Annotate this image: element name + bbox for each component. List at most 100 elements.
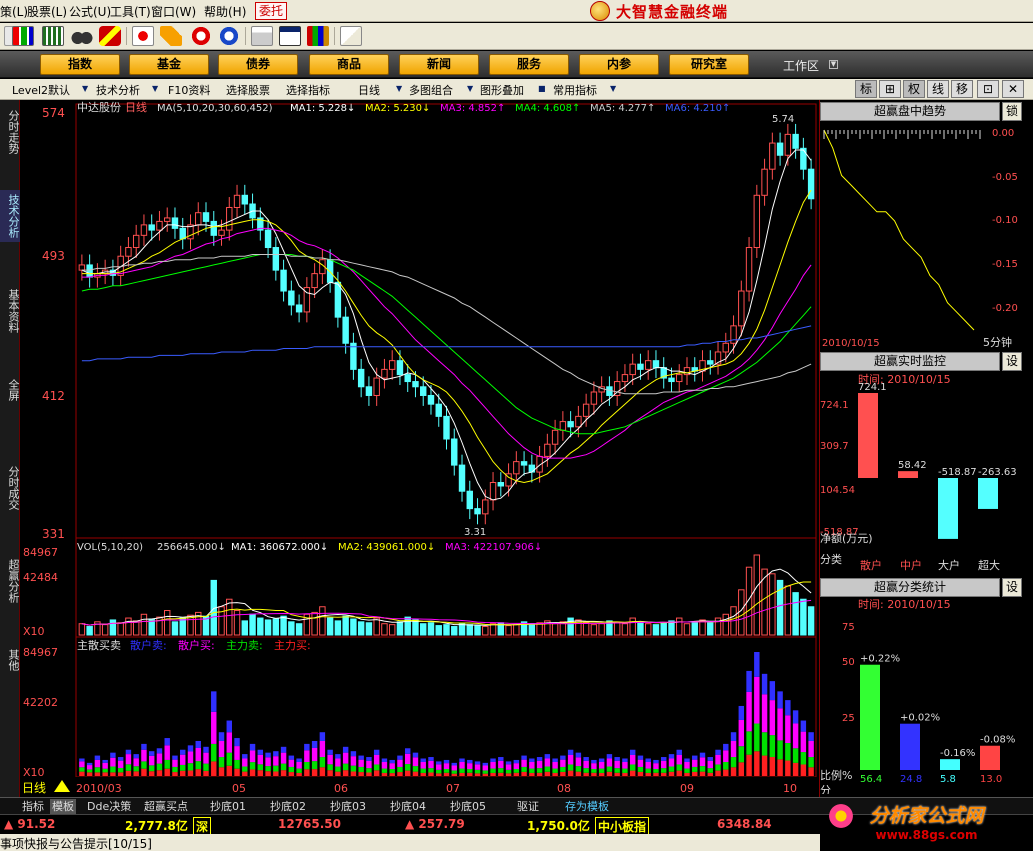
news-ticker[interactable]: 事项快报与公告提示[10/15] [0,835,152,851]
flow-bar [761,694,768,733]
chevron-down-icon[interactable]: ▼ [396,84,404,94]
side-tab-trades[interactable]: 分时成交 [0,462,20,514]
report-icon[interactable] [251,26,273,46]
kline-chart[interactable]: 中达股份 日线 MA(5,10,20,30,60,452) MA1: 5.228… [20,100,819,797]
side-tab-other[interactable]: 其他 [0,646,20,674]
nav-fund-button[interactable]: 基金 [129,54,209,75]
tab-dde[interactable]: Dde决策 [87,799,131,814]
flow-bar [280,746,287,753]
level2-default-tab[interactable]: Level2默认 [12,82,70,98]
diamond-icon[interactable] [160,26,182,46]
stats-time: 时间: 2010/10/15 [858,598,951,611]
crosshair-button[interactable]: ⊞ [879,80,901,98]
blue-ring-icon[interactable] [218,26,240,46]
close-button[interactable]: ✕ [1002,80,1024,98]
candle-body [575,415,582,428]
tab-bottom-04[interactable]: 抄底04 [390,799,426,814]
select-indicator-tab[interactable]: 选择指标 [286,82,330,98]
red-ring-icon[interactable] [190,26,212,46]
chevron-down-icon[interactable]: ▼ [467,84,475,94]
tab-bottom-03[interactable]: 抄底03 [330,799,366,814]
tab-bottom-05[interactable]: 抄底05 [450,799,486,814]
monitor-panel-title: 超赢实时监控 [820,352,1000,371]
brand: 大智慧金融终端 [590,1,728,21]
grid-icon[interactable] [42,26,64,46]
monitor-tick: 104.54 [820,485,855,496]
flow-bar [707,768,713,773]
side-tab-technical[interactable]: 技术分析 [0,190,20,242]
rights-button[interactable]: 权 [903,80,925,98]
lock-icon[interactable]: ■ [538,84,546,94]
save-template-button[interactable]: 存为模板 [565,799,609,814]
f10-info-tab[interactable]: F10资料 [168,82,210,98]
side-tab-fundamental[interactable]: 基本资料 [0,285,20,337]
side-tab-fullscreen[interactable]: 全屏 [0,376,20,404]
flow-bar [692,766,698,772]
flow-bar [552,758,558,762]
volume-bar [272,618,280,636]
flow-bar [606,766,613,772]
move-button[interactable]: 移 [951,80,973,98]
volume-bar [342,615,349,636]
tab-bottom-01[interactable]: 抄底01 [210,799,246,814]
maximize-button[interactable]: ⊡ [977,80,999,98]
entrust-button[interactable]: 委托 [255,2,287,20]
volume-bar [396,621,404,636]
flow-bar [242,758,248,767]
tab-indicator[interactable]: 指标 [22,799,44,814]
chevron-down-icon[interactable]: ▼ [610,84,618,94]
help-pointer-icon[interactable] [340,26,362,46]
chevron-down-icon[interactable]: ▼ [152,84,160,94]
chevron-down-icon[interactable]: ▼ [82,84,90,94]
news-bar[interactable]: 事项快报与公告提示[10/15] [0,834,820,851]
lock-button[interactable]: 锁 [1002,102,1022,121]
binoculars-icon[interactable] [71,26,93,46]
nav-index-button[interactable]: 指数 [40,54,120,75]
flow-bar [629,754,636,765]
nav-service-button[interactable]: 服务 [489,54,569,75]
candle-body [769,142,776,170]
menu-strategy[interactable]: 策(L) [0,3,28,20]
quote-board-icon[interactable] [12,26,34,46]
monitor-settings-button[interactable]: 设 [1002,352,1022,371]
nav-commodity-button[interactable]: 商品 [309,54,389,75]
workspace-label[interactable]: 工作区 [783,57,819,74]
nav-research-button[interactable]: 研究室 [669,54,749,75]
menu-formula[interactable]: 公式(U) [69,3,111,20]
candle-body [722,342,729,353]
common-indicator-tab[interactable]: 常用指标 [553,82,597,98]
flow-bar [474,769,481,774]
line-button[interactable]: 线 [927,80,949,98]
mark-button[interactable]: 标 [855,80,877,98]
side-tab-intraday[interactable]: 分时走势 [0,106,20,158]
books-icon[interactable] [307,26,329,46]
monitor-tick: 309.7 [820,441,849,452]
volume-bar [241,620,249,636]
side-tab-chaoying[interactable]: 超赢分析 [0,555,20,607]
menu-help[interactable]: 帮助(H) [204,3,246,20]
menu-window[interactable]: 窗口(W) [151,3,196,20]
candle-body [334,281,342,318]
menu-tools[interactable]: 工具(T) [110,3,151,20]
menu-stock[interactable]: 股票(L) [27,3,67,20]
tab-bottom-02[interactable]: 抄底02 [270,799,306,814]
megaphone-icon[interactable] [99,26,121,46]
nav-news-button[interactable]: 新闻 [399,54,479,75]
nav-bond-button[interactable]: 债券 [218,54,298,75]
tab-buy-point[interactable]: 超赢买点 [144,799,188,814]
chevron-down-icon[interactable]: ▼ [829,60,838,69]
period-badge[interactable]: 日线 [22,781,46,795]
technical-analysis-tab[interactable]: 技术分析 [96,82,140,98]
daily-period-tab[interactable]: 日线 [358,82,380,98]
nav-insider-button[interactable]: 内参 [579,54,659,75]
overlay-tab[interactable]: 图形叠加 [480,82,524,98]
tab-verify[interactable]: 驱证 [517,799,539,814]
stats-settings-button[interactable]: 设 [1002,578,1022,597]
select-stock-tab[interactable]: 选择股票 [226,82,270,98]
window-icon[interactable] [279,26,301,46]
tab-template[interactable]: 模板 [50,799,76,814]
monitor-chart: 时间: 2010/10/15 724.1 309.7 104.54 -518.8… [820,372,1033,598]
multi-chart-tab[interactable]: 多图组合 [409,82,453,98]
alert-icon[interactable] [132,26,154,46]
flow-bar [79,771,85,776]
